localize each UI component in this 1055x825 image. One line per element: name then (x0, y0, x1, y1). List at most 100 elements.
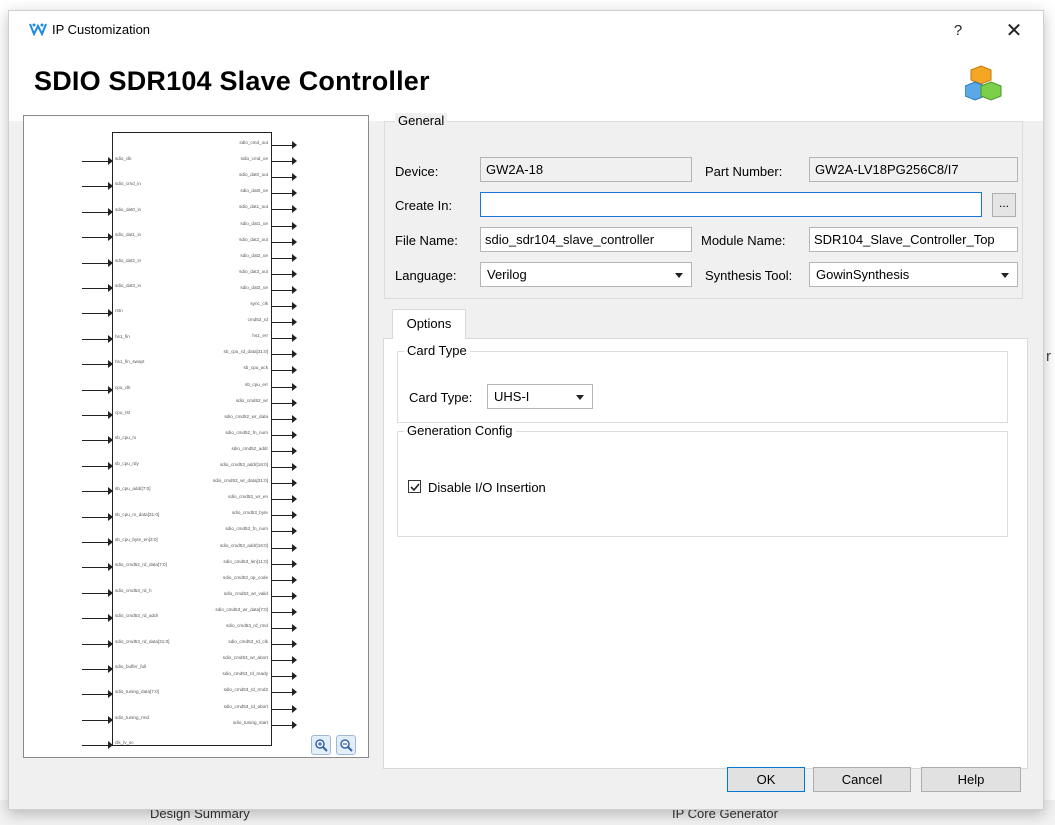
symbol-pin: sdio_cmd53_wr_data[7:0] (112, 607, 302, 617)
module-name-input[interactable]: SDR104_Slave_Controller_Top (809, 227, 1018, 252)
symbol-pin: sync_clk (112, 301, 302, 311)
pin-line (272, 724, 294, 726)
pin-arrow-icon (292, 173, 297, 182)
pin-line (272, 499, 294, 501)
pin-line (82, 516, 110, 518)
pin-line (272, 515, 294, 517)
pin-line (272, 370, 294, 372)
pin-line (272, 611, 294, 613)
pin-line (272, 547, 294, 549)
device-label: Device: (395, 164, 439, 179)
pin-line (272, 628, 294, 629)
browse-button[interactable]: ... (992, 193, 1016, 217)
pin-arrow-icon (292, 157, 297, 166)
pin-line (272, 450, 294, 452)
pin-label: sdio_cmd_out (239, 140, 268, 145)
pin-arrow-icon (292, 350, 297, 359)
symbol-pin: sdio_dat2_oe (112, 253, 302, 263)
pin-arrow-icon (292, 446, 297, 455)
ip-cubes-icon (964, 64, 1011, 107)
symbol-pin: sdio_cmd53_rd_clk (112, 639, 302, 649)
symbol-pin: sdio_cmd53_wr_data[31:0] (112, 478, 302, 488)
pin-label: sdio_cmd53_byte (231, 510, 268, 516)
help-icon[interactable]: ? (935, 15, 981, 45)
pin-arrow-icon (292, 398, 297, 407)
pin-arrow-icon (292, 430, 297, 439)
pin-line (272, 193, 294, 195)
cancel-button[interactable]: Cancel (813, 767, 911, 792)
create-in-label: Create In: (395, 198, 453, 213)
pin-arrow-icon (292, 672, 297, 681)
disable-io-label[interactable]: Disable I/O Insertion (428, 480, 546, 495)
synthesis-tool-select[interactable]: GowinSynthesis (809, 262, 1018, 287)
pin-label: clk_lv_sc (115, 740, 134, 746)
pin-line (82, 592, 110, 594)
pin-line (272, 338, 294, 340)
pin-label: sdio_cmd53_addr[16:0] (219, 542, 268, 548)
pin-label: sdio_cmd53_len[11:0] (223, 558, 268, 564)
pin-arrow-icon (292, 221, 297, 230)
chevron-down-icon (675, 273, 683, 278)
symbol-pin: sdio_cmd53_rd_rmd2 (112, 687, 302, 697)
help-button[interactable]: Help (921, 767, 1021, 792)
symbol-pin: sdio_cmd53_op_code (112, 575, 302, 585)
pin-arrow-icon (292, 527, 297, 536)
tab-options[interactable]: Options (392, 309, 466, 339)
pin-arrow-icon (292, 688, 297, 697)
pin-arrow-icon (292, 656, 297, 665)
pin-label: sdio_cmd53_wr_valid (223, 590, 268, 596)
card-type-value: UHS-I (494, 389, 530, 404)
pin-label: sdio_cmd52_fn_num (225, 429, 268, 435)
close-icon[interactable]: ✕ (991, 15, 1037, 45)
pin-line (272, 273, 294, 275)
pin-arrow-icon (292, 285, 297, 294)
chevron-down-icon (576, 395, 584, 400)
pin-arrow-icon (292, 366, 297, 375)
symbol-pin: sdio_cmd53_rd_abort (112, 704, 302, 714)
pin-line (82, 364, 110, 366)
pin-line (272, 145, 294, 146)
pin-arrow-icon (292, 543, 297, 552)
zoom-out-icon[interactable] (336, 735, 356, 755)
pin-line (272, 209, 294, 211)
symbol-pin: sdio_cmd_oe (112, 156, 302, 166)
pin-label: hs1_fin_swapt (115, 359, 145, 365)
zoom-in-icon[interactable] (311, 735, 331, 755)
file-name-input[interactable]: sdio_sdr104_slave_controller (480, 227, 692, 252)
pin-line (82, 186, 110, 188)
pin-line (82, 694, 110, 696)
pin-line (272, 467, 294, 468)
symbol-pin: sdio_cmd53_fn_num (112, 526, 302, 536)
card-type-select[interactable]: UHS-I (487, 384, 593, 409)
symbol-pin: sdio_cmd53_addr[16:0] (112, 462, 302, 472)
pin-label: sdio_cmd52_wr_data (224, 413, 268, 419)
pin-line (272, 257, 294, 259)
pin-line (82, 389, 110, 391)
pin-label: cmd52_rd (247, 317, 268, 323)
symbol-pin: sdio_tuning_start (112, 720, 302, 730)
pin-arrow-icon (292, 269, 297, 278)
window-title: IP Customization (52, 22, 151, 37)
pin-label: sb_cpu_ack (243, 365, 268, 371)
pin-label: sdio_dat3_oe (240, 284, 268, 290)
pin-line (272, 660, 294, 662)
symbol-pin: sdio_cmd52_wr (112, 398, 302, 408)
disable-io-checkbox[interactable] (408, 480, 421, 493)
pin-arrow-icon (292, 479, 297, 488)
ok-button[interactable]: OK (727, 767, 805, 792)
pin-line (82, 440, 110, 442)
pin-arrow-icon (292, 720, 297, 729)
pin-line (82, 491, 110, 493)
part-number-label: Part Number: (705, 164, 783, 179)
symbol-pin: sdio_cmd53_wr_en (112, 494, 302, 504)
pin-line (82, 262, 110, 264)
pin-line (272, 354, 294, 356)
language-select[interactable]: Verilog (480, 262, 692, 287)
pin-line (272, 563, 294, 565)
pin-label: sdio_cmd53_addr[16:0] (219, 462, 268, 467)
symbol-pin: sb_cpu_ack (112, 365, 302, 375)
create-in-input[interactable] (480, 192, 982, 217)
pin-arrow-icon (292, 141, 297, 149)
pin-line (272, 177, 294, 179)
symbol-pin: sdio_cmd53_rd_ready (112, 671, 302, 681)
